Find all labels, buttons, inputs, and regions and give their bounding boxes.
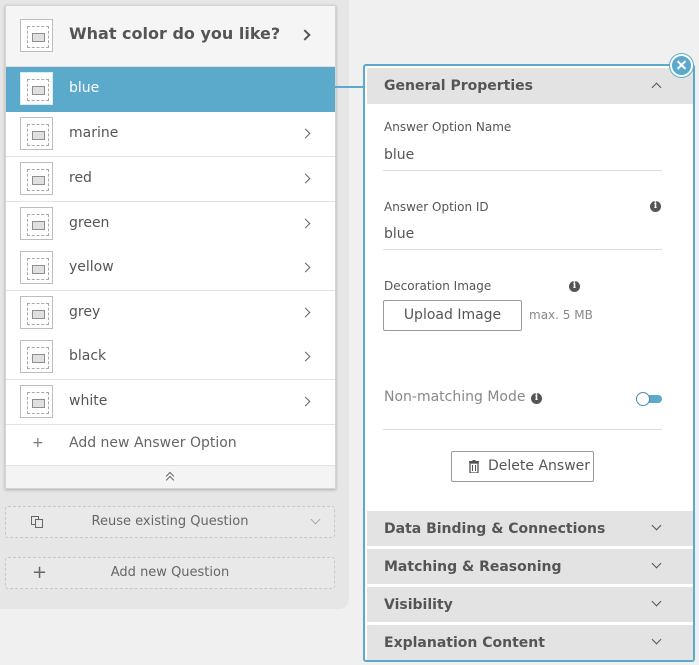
answer-option-blue[interactable]: blue — [6, 67, 335, 112]
answer-option-label: grey — [69, 304, 101, 320]
collapse-answers-button[interactable] — [6, 465, 335, 488]
chevron-up-icon — [651, 82, 662, 93]
section-divider — [383, 429, 662, 430]
add-answer-option-label: Add new Answer Option — [69, 435, 237, 451]
delete-answer-label: Delete Answer — [488, 458, 591, 474]
section-data-binding[interactable]: Data Binding & Connections — [367, 511, 693, 546]
chevron-down-icon — [651, 634, 662, 645]
chevron-down-icon — [651, 596, 662, 607]
info-icon[interactable]: i — [531, 393, 542, 404]
chevron-right-icon — [300, 396, 311, 407]
reuse-existing-question-dropdown[interactable]: Reuse existing Question — [5, 506, 335, 538]
answer-option-label: yellow — [69, 259, 114, 275]
answer-option-id-label: Answer Option ID — [384, 200, 489, 214]
image-placeholder-icon — [20, 19, 53, 52]
answer-option-black[interactable]: black — [6, 335, 335, 380]
answer-option-id-input[interactable]: blue — [384, 226, 414, 242]
non-matching-mode-label: Non-matching Mode — [384, 389, 526, 405]
answer-option-label: marine — [69, 125, 119, 141]
close-panel-button[interactable] — [670, 54, 693, 77]
selection-connector — [335, 86, 363, 88]
answer-option-green[interactable]: green — [6, 202, 335, 247]
chevron-right-icon — [300, 128, 311, 139]
section-title: Visibility — [384, 597, 453, 613]
answer-option-white[interactable]: white — [6, 380, 335, 425]
answer-option-yellow[interactable]: yellow — [6, 246, 335, 291]
chevron-down-icon — [651, 558, 662, 569]
section-general-properties[interactable]: General Properties — [367, 68, 693, 104]
answer-option-label: green — [69, 215, 110, 231]
input-underline — [383, 170, 662, 171]
section-title: General Properties — [384, 78, 533, 94]
info-icon[interactable]: i — [569, 281, 580, 292]
answer-option-name-label: Answer Option Name — [384, 120, 512, 134]
chevron-right-icon[interactable] — [299, 29, 311, 41]
section-visibility[interactable]: Visibility — [367, 587, 693, 622]
image-placeholder-icon — [20, 117, 53, 150]
answer-option-label: blue — [69, 80, 100, 96]
answer-option-grey[interactable]: grey — [6, 291, 335, 336]
add-answer-option-button[interactable]: + Add new Answer Option — [6, 424, 335, 465]
max-size-hint: max. 5 MB — [529, 308, 593, 322]
upload-image-button[interactable]: Upload Image — [383, 300, 522, 331]
chevron-right-icon — [300, 173, 311, 184]
image-placeholder-icon — [20, 385, 53, 418]
section-title: Data Binding & Connections — [384, 521, 606, 537]
image-placeholder-icon — [20, 162, 53, 195]
answer-option-label: white — [69, 393, 108, 409]
section-matching-reasoning[interactable]: Matching & Reasoning — [367, 549, 693, 584]
input-underline — [383, 249, 662, 250]
decoration-image-label: Decoration Image — [384, 279, 492, 293]
section-title: Explanation Content — [384, 635, 545, 651]
answer-option-label: black — [69, 348, 107, 364]
add-question-label: Add new Question — [110, 565, 230, 580]
plus-icon: + — [32, 435, 44, 451]
image-placeholder-icon — [20, 251, 53, 284]
chevron-right-icon — [300, 351, 311, 362]
question-title: What color do you like? — [69, 24, 281, 43]
reuse-question-label: Reuse existing Question — [91, 514, 249, 529]
info-icon[interactable]: i — [650, 201, 661, 212]
image-placeholder-icon — [20, 340, 53, 373]
delete-answer-button[interactable]: Delete Answer — [451, 451, 594, 482]
toggle-knob — [636, 392, 650, 406]
answer-option-label: red — [69, 170, 92, 186]
image-placeholder-icon — [20, 207, 53, 240]
chevron-down-icon — [651, 520, 662, 531]
section-title: Matching & Reasoning — [384, 559, 562, 575]
trash-icon — [469, 460, 479, 473]
chevron-right-icon — [300, 307, 311, 318]
answer-option-name-input[interactable]: blue — [384, 147, 414, 163]
answer-option-red[interactable]: red — [6, 157, 335, 202]
image-placeholder-icon — [20, 296, 53, 329]
question-card: What color do you like? blue marine red … — [5, 5, 336, 489]
answer-option-marine[interactable]: marine — [6, 112, 335, 157]
chevron-right-icon — [300, 262, 311, 273]
chevron-right-icon — [300, 218, 311, 229]
question-header[interactable]: What color do you like? — [6, 6, 335, 67]
section-explanation-content[interactable]: Explanation Content — [367, 625, 693, 660]
non-matching-mode-toggle[interactable] — [636, 392, 662, 406]
image-placeholder-icon — [20, 72, 53, 105]
add-new-question-button[interactable]: + Add new Question — [5, 557, 335, 589]
